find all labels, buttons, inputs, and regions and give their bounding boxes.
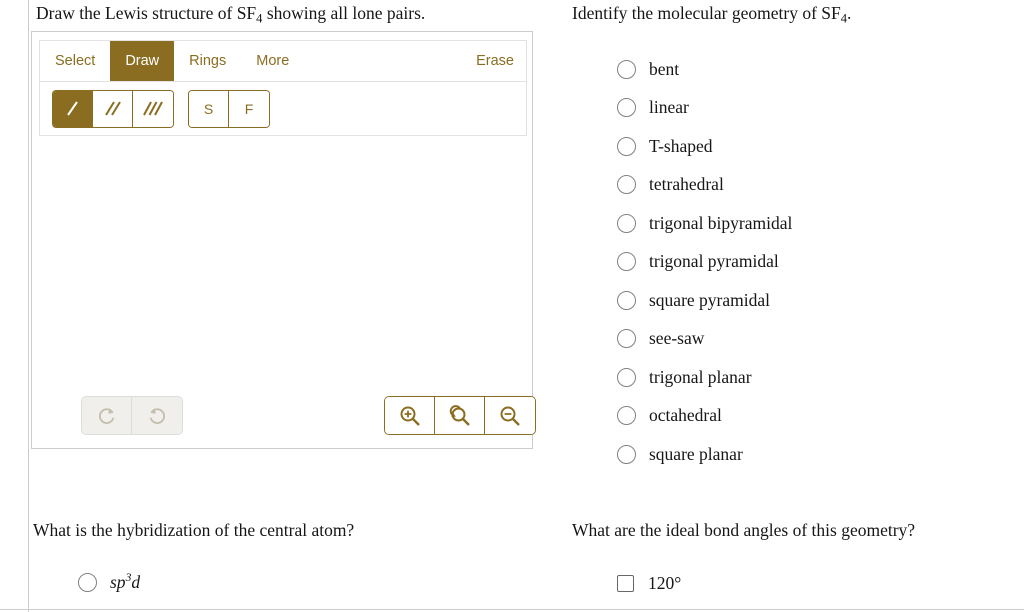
- geometry-option-label: T-shaped: [649, 135, 713, 156]
- sketcher-tool-palette: S F: [39, 81, 527, 136]
- radio-icon[interactable]: [617, 367, 636, 387]
- atom-button-f[interactable]: F: [229, 90, 269, 127]
- radio-icon[interactable]: [617, 136, 636, 156]
- geometry-prompt-text-before: Identify the molecular geometry of SF: [572, 3, 841, 23]
- triple-bond-button[interactable]: [133, 90, 173, 127]
- redo-button[interactable]: [82, 397, 132, 434]
- zoom-out-button[interactable]: [485, 397, 535, 434]
- atom-tool-group: S F: [188, 89, 270, 128]
- geometry-option-label: linear: [649, 97, 689, 118]
- radio-icon[interactable]: [78, 573, 97, 592]
- erase-button[interactable]: Erase: [476, 41, 526, 81]
- geometry-option-trigonal-planar[interactable]: trigonal planar: [617, 358, 1017, 397]
- history-button-group: [81, 396, 183, 435]
- undo-button[interactable]: [132, 397, 182, 434]
- geometry-option-tetrahedral[interactable]: tetrahedral: [617, 166, 1017, 205]
- tab-select[interactable]: Select: [40, 41, 110, 81]
- atom-button-s[interactable]: S: [189, 90, 229, 127]
- geometry-option-label: see-saw: [649, 328, 705, 349]
- bond-angle-option-120[interactable]: 120°: [617, 573, 681, 594]
- zoom-in-button[interactable]: [385, 397, 435, 434]
- hybridization-option-sp3d[interactable]: sp3d: [78, 572, 140, 593]
- radio-icon[interactable]: [617, 444, 636, 464]
- radio-icon[interactable]: [617, 98, 636, 118]
- geometry-option-square-planar[interactable]: square planar: [617, 435, 1017, 474]
- radio-icon[interactable]: [617, 290, 636, 310]
- left-column: Draw the Lewis structure of SF4 showing …: [0, 0, 560, 612]
- zoom-in-icon: [400, 406, 420, 426]
- radio-icon[interactable]: [617, 406, 636, 426]
- hybridization-option-label: sp3d: [110, 572, 140, 593]
- sketcher-tab-bar: Select Draw Rings More Erase: [39, 40, 527, 81]
- tab-more[interactable]: More: [241, 41, 304, 81]
- tab-draw[interactable]: Draw: [110, 41, 175, 81]
- reset-zoom-button[interactable]: [435, 397, 485, 434]
- right-column: Identify the molecular geometry of SF4. …: [560, 0, 1024, 612]
- geometry-option-linear[interactable]: linear: [617, 89, 1017, 128]
- radio-icon[interactable]: [617, 175, 636, 195]
- reset-zoom-icon: [449, 404, 470, 426]
- geometry-prompt-text-after: .: [847, 3, 852, 23]
- triple-bond-icon: [143, 101, 163, 115]
- geometry-option-label: trigonal pyramidal: [649, 251, 779, 272]
- geometry-option-label: bent: [649, 58, 680, 79]
- tab-bar-spacer: [304, 41, 476, 81]
- geometry-option-square-pyramidal[interactable]: square pyramidal: [617, 281, 1017, 320]
- radio-icon[interactable]: [617, 59, 636, 79]
- geometry-option-label: square planar: [649, 443, 743, 464]
- geometry-option-label: octahedral: [649, 405, 722, 426]
- geometry-option-t-shaped[interactable]: T-shaped: [617, 127, 1017, 166]
- geometry-option-trigonal-bipyramidal[interactable]: trigonal bipyramidal: [617, 204, 1017, 243]
- bond-angle-option-label: 120°: [648, 573, 682, 593]
- geometry-option-label: tetrahedral: [649, 174, 724, 195]
- geometry-option-label: trigonal planar: [649, 366, 752, 387]
- tab-rings[interactable]: Rings: [174, 41, 241, 81]
- molecule-sketcher-panel[interactable]: Select Draw Rings More Erase S F: [31, 31, 536, 449]
- lewis-prompt-text-before: Draw the Lewis structure of SF: [36, 3, 257, 23]
- bond-tool-group: [52, 89, 174, 128]
- geometry-option-label: square pyramidal: [649, 289, 770, 310]
- geometry-question-prompt: Identify the molecular geometry of SF4.: [572, 0, 851, 32]
- single-bond-icon: [66, 100, 78, 116]
- bond-angles-question: What are the ideal bond angles of this g…: [572, 520, 916, 540]
- double-bond-icon: [104, 100, 121, 116]
- geometry-option-label: trigonal bipyramidal: [649, 212, 793, 233]
- lewis-structure-prompt: Draw the Lewis structure of SF4 showing …: [36, 0, 536, 32]
- radio-icon[interactable]: [617, 213, 636, 233]
- redo-icon: [98, 407, 114, 424]
- geometry-option-bent[interactable]: bent: [617, 50, 1017, 89]
- hybridization-question: What is the hybridization of the central…: [33, 520, 355, 540]
- geometry-options-list: bent linear T-shaped tetrahedral trigona…: [617, 50, 1017, 474]
- checkbox-icon[interactable]: [617, 575, 634, 592]
- geometry-option-octahedral[interactable]: octahedral: [617, 397, 1017, 436]
- zoom-button-group: [384, 396, 536, 435]
- hybridization-base-a: sp: [110, 572, 126, 592]
- single-bond-button[interactable]: [53, 90, 93, 127]
- geometry-option-see-saw[interactable]: see-saw: [617, 320, 1017, 359]
- radio-icon[interactable]: [617, 252, 636, 272]
- radio-icon[interactable]: [617, 329, 636, 349]
- zoom-out-icon: [500, 406, 520, 426]
- lewis-prompt-text-after: showing all lone pairs.: [262, 3, 426, 23]
- undo-icon: [149, 407, 165, 424]
- geometry-option-trigonal-pyramidal[interactable]: trigonal pyramidal: [617, 243, 1017, 282]
- hybridization-base-b: d: [131, 572, 141, 592]
- double-bond-button[interactable]: [93, 90, 133, 127]
